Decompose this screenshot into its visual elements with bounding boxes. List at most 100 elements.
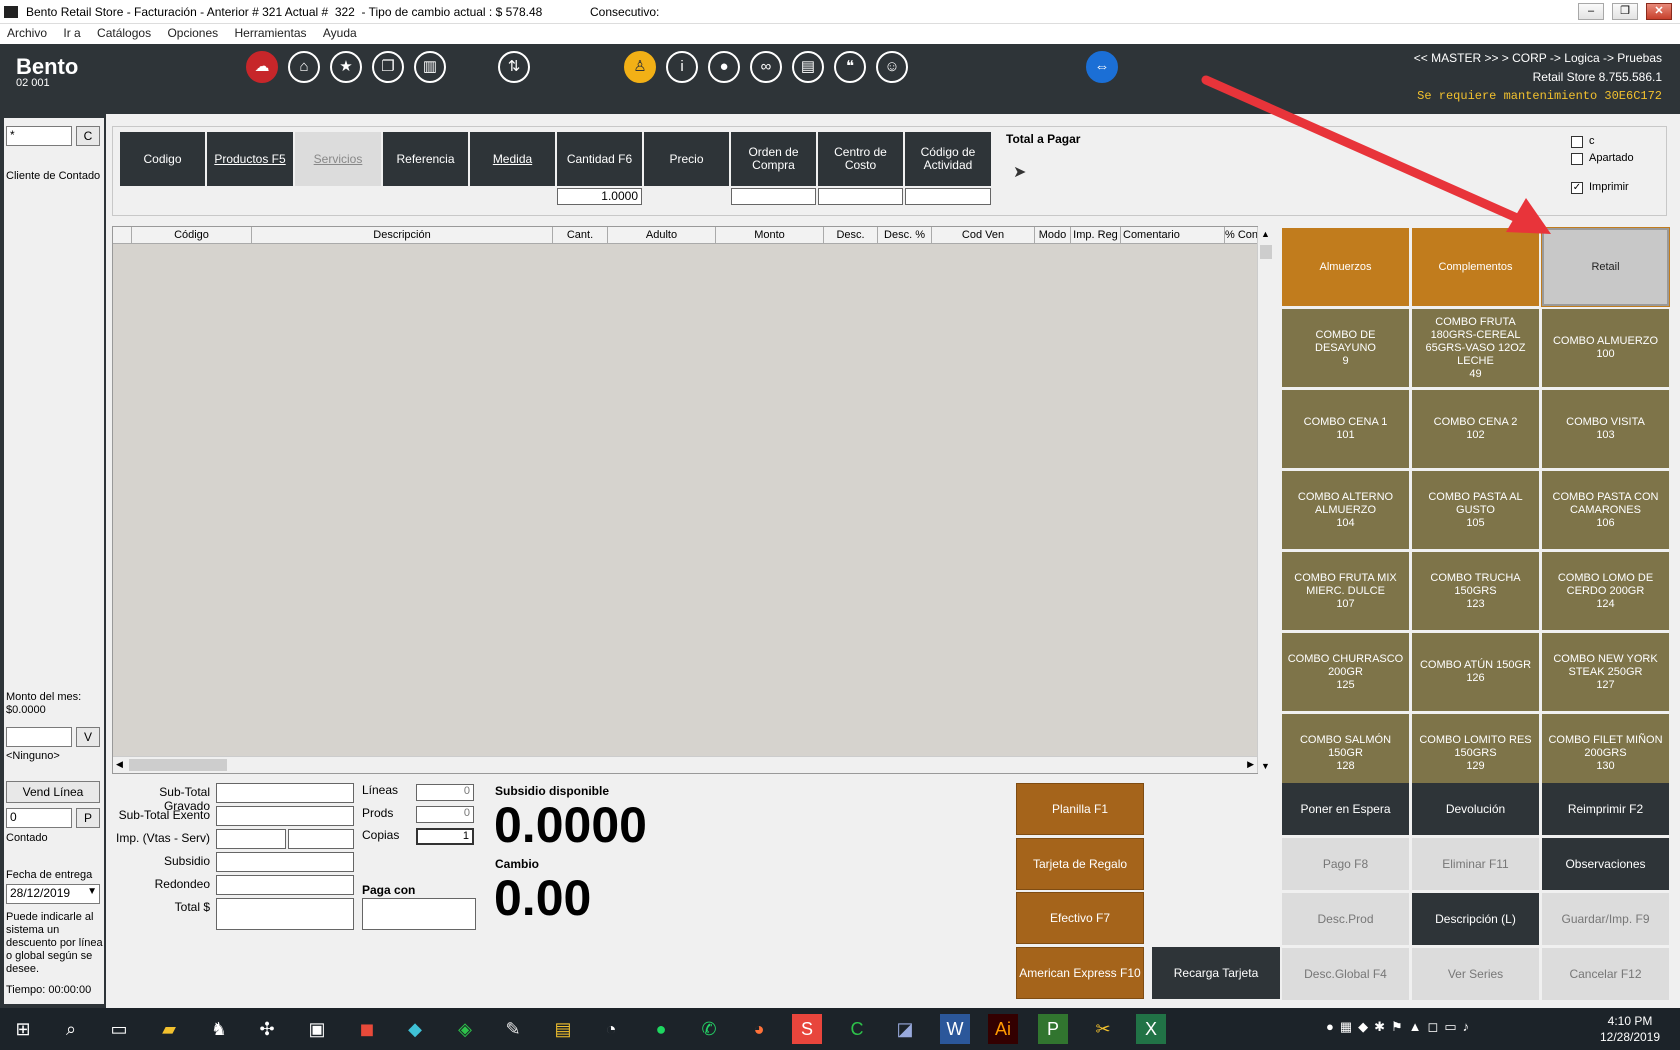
action-button-poner-en-espera[interactable]: Poner en Espera <box>1282 783 1409 835</box>
word-icon[interactable]: W <box>940 1014 970 1044</box>
subtotal-gravado-field[interactable] <box>216 783 354 803</box>
servicios-button[interactable]: Servicios <box>295 132 381 186</box>
fecha-entrega-input[interactable]: 28/12/2019 ▼ <box>6 884 100 904</box>
menu-archivo[interactable]: Archivo <box>0 24 53 40</box>
product-tile[interactable]: COMBO ATÚN 150GR 126 <box>1412 633 1539 711</box>
centro-costo-button[interactable]: Centro de Costo <box>818 132 903 186</box>
copy-icon[interactable]: ❐ <box>372 51 404 83</box>
grid-col-codigo[interactable]: Código <box>132 227 252 243</box>
vend-linea-button[interactable]: Vend Línea <box>6 781 100 803</box>
pago-button[interactable]: P <box>76 808 100 828</box>
firefox-icon[interactable]: ◕ <box>744 1014 774 1044</box>
product-tile[interactable]: COMBO ALMUERZO 100 <box>1542 309 1669 387</box>
product-tile[interactable]: COMBO CHURRASCO 200GR 125 <box>1282 633 1409 711</box>
menu-herramientas[interactable]: Herramientas <box>227 24 312 40</box>
orden-compra-input[interactable] <box>731 188 816 205</box>
action-button-observaciones[interactable]: Observaciones <box>1542 838 1669 890</box>
grid-col-modo[interactable]: Modo <box>1035 227 1071 243</box>
subsidio-field[interactable] <box>216 852 354 872</box>
apartado-checkbox[interactable] <box>1571 153 1583 165</box>
project-icon[interactable]: P <box>1038 1014 1068 1044</box>
centro-costo-input[interactable] <box>818 188 903 205</box>
minimize-button[interactable]: ‒ <box>1578 3 1604 20</box>
orden-compra-button[interactable]: Orden de Compra <box>731 132 816 186</box>
support-icon[interactable]: ☺ <box>876 51 908 83</box>
grid-col-adulto[interactable]: Adulto <box>608 227 716 243</box>
action-button-cancelar-f12[interactable]: Cancelar F12 <box>1542 948 1669 1000</box>
app-icon-10[interactable]: C <box>842 1014 872 1044</box>
cloud-icon[interactable]: ☁ <box>246 51 278 83</box>
grid-col-cant[interactable]: Cant. <box>553 227 608 243</box>
app-icon-9[interactable]: S <box>792 1014 822 1044</box>
app-icon-7[interactable]: ✎ <box>498 1014 528 1044</box>
spotify-icon[interactable]: ● <box>646 1014 676 1044</box>
codigo-actividad-input[interactable] <box>905 188 991 205</box>
client-search-button[interactable]: C <box>76 126 100 146</box>
vertical-scroll-thumb[interactable] <box>1260 245 1272 259</box>
client-search-input[interactable]: * <box>6 126 72 146</box>
total-field[interactable] <box>216 898 354 930</box>
menu-ir-a[interactable]: Ir a <box>56 24 86 40</box>
product-tile[interactable]: COMBO PASTA AL GUSTO 105 <box>1412 471 1539 549</box>
search-icon[interactable]: ⌕ <box>56 1014 86 1044</box>
codigo-button[interactable]: Codigo <box>120 132 205 186</box>
product-tile[interactable]: COMBO SALMÓN 150GR 128 <box>1282 714 1409 792</box>
product-tile[interactable]: COMBO ALTERNO ALMUERZO 104 <box>1282 471 1409 549</box>
grid-col-select[interactable] <box>113 227 132 243</box>
badge-icon[interactable]: ♙ <box>624 51 656 83</box>
action-button-desc-global-f4[interactable]: Desc.Global F4 <box>1282 948 1409 1000</box>
bulb-icon[interactable]: ● <box>708 51 740 83</box>
vendedor-button[interactable]: V <box>76 727 100 747</box>
menu-opciones[interactable]: Opciones <box>160 24 224 40</box>
app-icon-6[interactable]: ◈ <box>450 1014 480 1044</box>
product-tile[interactable]: COMBO DE DESAYUNO 9 <box>1282 309 1409 387</box>
copias-input[interactable]: 1 <box>416 828 474 845</box>
action-button-guardar-imp-f9[interactable]: Guardar/Imp. F9 <box>1542 893 1669 945</box>
product-tile[interactable]: COMBO FRUTA 180GRS-CEREAL 65GRS-VASO 12O… <box>1412 309 1539 387</box>
action-button-descripci-n-l[interactable]: Descripción (L) <box>1412 893 1539 945</box>
product-tile[interactable]: COMBO LOMO DE CERDO 200GR 124 <box>1542 552 1669 630</box>
app-icon-1[interactable]: ♞ <box>204 1014 234 1044</box>
action-button-reimprimir-f2[interactable]: Reimprimir F2 <box>1542 783 1669 835</box>
app-icon-5[interactable]: ◆ <box>400 1014 430 1044</box>
paga-con-input[interactable] <box>362 898 476 930</box>
c-checkbox[interactable] <box>1571 136 1583 148</box>
redondeo-field[interactable] <box>216 875 354 895</box>
book-icon[interactable]: ▥ <box>414 51 446 83</box>
windows-start-icon[interactable]: ⊞ <box>8 1014 38 1044</box>
american-express-button[interactable]: American Express F10 <box>1016 947 1144 999</box>
close-button[interactable]: ✕ <box>1646 3 1672 20</box>
grid-horizontal-scrollbar[interactable]: ◀ ▶ <box>113 756 1257 773</box>
teamviewer-icon[interactable]: ⇔ <box>1086 51 1118 83</box>
productos-button[interactable]: Productos F5 <box>207 132 293 186</box>
system-tray-icons[interactable]: ●▦◆✱⚑▲◻▭♪ <box>1326 1019 1475 1035</box>
grid-vertical-scrollbar[interactable]: ▲ ▼ <box>1257 227 1274 773</box>
home-icon[interactable]: ⌂ <box>288 51 320 83</box>
scroll-left-icon[interactable]: ◀ <box>116 759 123 770</box>
efectivo-button[interactable]: Efectivo F7 <box>1016 892 1144 944</box>
grid-col-descripcion[interactable]: Descripción <box>252 227 553 243</box>
action-button-desc-prod[interactable]: Desc.Prod <box>1282 893 1409 945</box>
card-icon[interactable]: ▤ <box>792 51 824 83</box>
info-icon[interactable]: i <box>666 51 698 83</box>
vendedor-input[interactable] <box>6 727 72 747</box>
imp-servicio-field[interactable] <box>288 829 354 849</box>
app-icon-2[interactable]: ✣ <box>252 1014 282 1044</box>
recarga-tarjeta-button[interactable]: Recarga Tarjeta <box>1152 947 1280 999</box>
speed-icon[interactable]: ◔ <box>596 1014 626 1044</box>
chevron-down-icon[interactable]: ▼ <box>87 886 97 897</box>
file-explorer-icon[interactable]: ▰ <box>154 1014 184 1044</box>
horizontal-scroll-thumb[interactable] <box>129 759 227 771</box>
app-icon-11[interactable]: ◪ <box>890 1014 920 1044</box>
subtotal-exento-field[interactable] <box>216 806 354 826</box>
menu-catalogos[interactable]: Catálogos <box>90 24 157 40</box>
transfer-icon[interactable]: ⇅ <box>498 51 530 83</box>
scroll-down-icon[interactable]: ▼ <box>1261 761 1270 771</box>
imp-ventas-field[interactable] <box>216 829 286 849</box>
restore-button[interactable]: ❐ <box>1612 3 1638 20</box>
action-button-pago-f8[interactable]: Pago F8 <box>1282 838 1409 890</box>
illustrator-icon[interactable]: Ai <box>988 1014 1018 1044</box>
menu-ayuda[interactable]: Ayuda <box>316 24 363 40</box>
chat-icon[interactable]: ∞ <box>750 51 782 83</box>
star-icon[interactable]: ★ <box>330 51 362 83</box>
